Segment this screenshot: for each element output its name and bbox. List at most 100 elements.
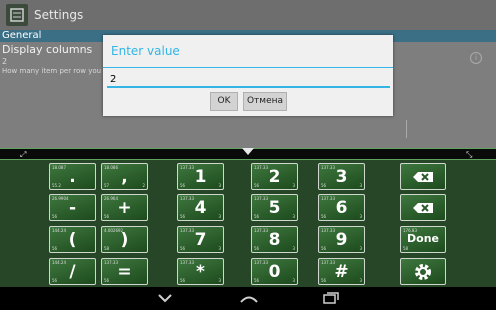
key-hint: 57 [104, 183, 110, 188]
system-navbar [0, 287, 496, 310]
key-minus[interactable]: -26.9904 56 [49, 194, 96, 221]
key-hint: 56 [254, 246, 260, 251]
collapse-arrow-icon[interactable] [242, 148, 254, 155]
info-icon[interactable]: i [470, 52, 482, 64]
key-hint: 26.964 [104, 196, 118, 201]
key-hint: 56 [254, 214, 260, 219]
value-input[interactable] [107, 73, 390, 88]
key-backspace[interactable] [400, 163, 446, 190]
key-hint: 3 [359, 246, 362, 251]
key-hint: 3 [359, 214, 362, 219]
key-hint: 56 [254, 278, 260, 283]
numeric-keyboard: . 18.087 55.2, 18.086 2 57 1 137.33 3 56 2 137.33 3 5… [0, 160, 496, 287]
key-hint: 137.33 [180, 260, 194, 265]
key-equals[interactable]: = 137.33 56 [101, 258, 148, 285]
enter-value-dialog: Enter value OK Отмена [103, 35, 393, 116]
key-hint: 55.2 [52, 183, 61, 188]
key-hint: 56 [52, 278, 58, 283]
keyboard-strip: ⤢ ⤡ [0, 148, 496, 160]
key-hint: 137.33 [321, 260, 335, 265]
key-hint: 137.33 [321, 165, 335, 170]
key-zero[interactable]: 0 137.33 3 56 [251, 258, 298, 285]
key-plus[interactable]: +26.964 56 [101, 194, 148, 221]
key-hint: 2 [142, 183, 145, 188]
key-hint: 137.33 [321, 228, 335, 233]
key-hint: 56 [104, 278, 110, 283]
key-label: Done [407, 232, 439, 245]
key-four[interactable]: 4 137.33 3 56 [177, 194, 224, 221]
screen: Settings General Display columns 2 How m… [0, 0, 496, 310]
key-comma[interactable]: , 18.086 2 57 [101, 163, 148, 190]
recents-icon[interactable] [322, 291, 340, 305]
key-hint: 3 [218, 183, 221, 188]
key-dot[interactable]: . 18.087 55.2 [49, 163, 96, 190]
key-hint: 56 [321, 246, 327, 251]
action-bar: Settings [0, 0, 496, 30]
key-nine[interactable]: 9 137.33 3 56 [318, 226, 365, 253]
back-icon[interactable] [156, 291, 174, 305]
key-hint: 56 [321, 278, 327, 283]
key-hint: 3 [292, 246, 295, 251]
clear-icon [401, 195, 445, 220]
gear-icon [401, 259, 445, 284]
key-eight[interactable]: 8 137.33 3 56 [251, 226, 298, 253]
key-hint: 56 [180, 183, 186, 188]
key-slash[interactable]: /144.24 56 [49, 258, 96, 285]
key-settings[interactable] [400, 258, 446, 285]
key-hint: 137.33 [180, 196, 194, 201]
key-hint: 3 [359, 278, 362, 283]
key-hint: 137.33 [254, 260, 268, 265]
key-hint: 4.002692 [104, 228, 124, 233]
ok-button[interactable]: OK [210, 92, 238, 111]
key-clear[interactable] [400, 194, 446, 221]
key-two[interactable]: 2 137.33 3 56 [251, 163, 298, 190]
dialog-title-divider [103, 67, 393, 68]
backspace-icon [401, 164, 445, 189]
key-hint: 137.33 [180, 165, 194, 170]
key-hint: 58 [104, 246, 110, 251]
key-hint: 137.33 [254, 196, 268, 201]
key-hint: 56 [254, 183, 260, 188]
key-hash[interactable]: #137.33 3 56 [318, 258, 365, 285]
key-seven[interactable]: 7 137.33 3 56 [177, 226, 224, 253]
key-hint: 56 [180, 246, 186, 251]
key-hint: 56 [321, 183, 327, 188]
cancel-button[interactable]: Отмена [243, 92, 287, 111]
key-hint: 58 [403, 246, 409, 251]
key-hint: 56 [104, 214, 110, 219]
key-hint: 3 [359, 183, 362, 188]
page-title: Settings [34, 8, 84, 22]
home-icon[interactable] [240, 291, 258, 305]
section-header-label: General [2, 30, 42, 41]
key-hint: 176.83 [403, 228, 417, 233]
expand-icon[interactable]: ⤢ [20, 150, 26, 160]
key-done[interactable]: Done 176.83 58 [400, 226, 446, 253]
key-hint: 26.9904 [52, 196, 69, 201]
key-hint: 56 [180, 214, 186, 219]
key-hint: 3 [218, 214, 221, 219]
key-hint: 137.33 [321, 196, 335, 201]
pref-title[interactable]: Display columns [2, 43, 92, 56]
key-six[interactable]: 6 137.33 3 56 [318, 194, 365, 221]
key-five[interactable]: 5 137.33 3 56 [251, 194, 298, 221]
pref-value: 2 [2, 57, 8, 66]
key-hint: 137.33 [104, 260, 118, 265]
key-rparen[interactable]: ) 4.002692 58 [101, 226, 148, 253]
key-hint: 144.24 [52, 260, 66, 265]
settings-app-icon[interactable] [6, 4, 28, 26]
resize-icon[interactable]: ⤡ [466, 150, 472, 160]
key-lparen[interactable]: (144.24 56 [49, 226, 96, 253]
key-hint: 3 [292, 183, 295, 188]
key-hint: 137.33 [254, 228, 268, 233]
key-hint: 56 [180, 278, 186, 283]
key-three[interactable]: 3 137.33 3 56 [318, 163, 365, 190]
pref-summary: How many item per row you w [2, 67, 110, 75]
key-hint: 3 [218, 246, 221, 251]
key-hint: 18.086 [104, 165, 118, 170]
key-star[interactable]: * 137.33 3 56 [177, 258, 224, 285]
dialog-title: Enter value [111, 44, 180, 58]
key-one[interactable]: 1 137.33 3 56 [177, 163, 224, 190]
divider [406, 120, 407, 138]
key-hint: 137.33 [254, 165, 268, 170]
key-hint: 56 [52, 214, 58, 219]
